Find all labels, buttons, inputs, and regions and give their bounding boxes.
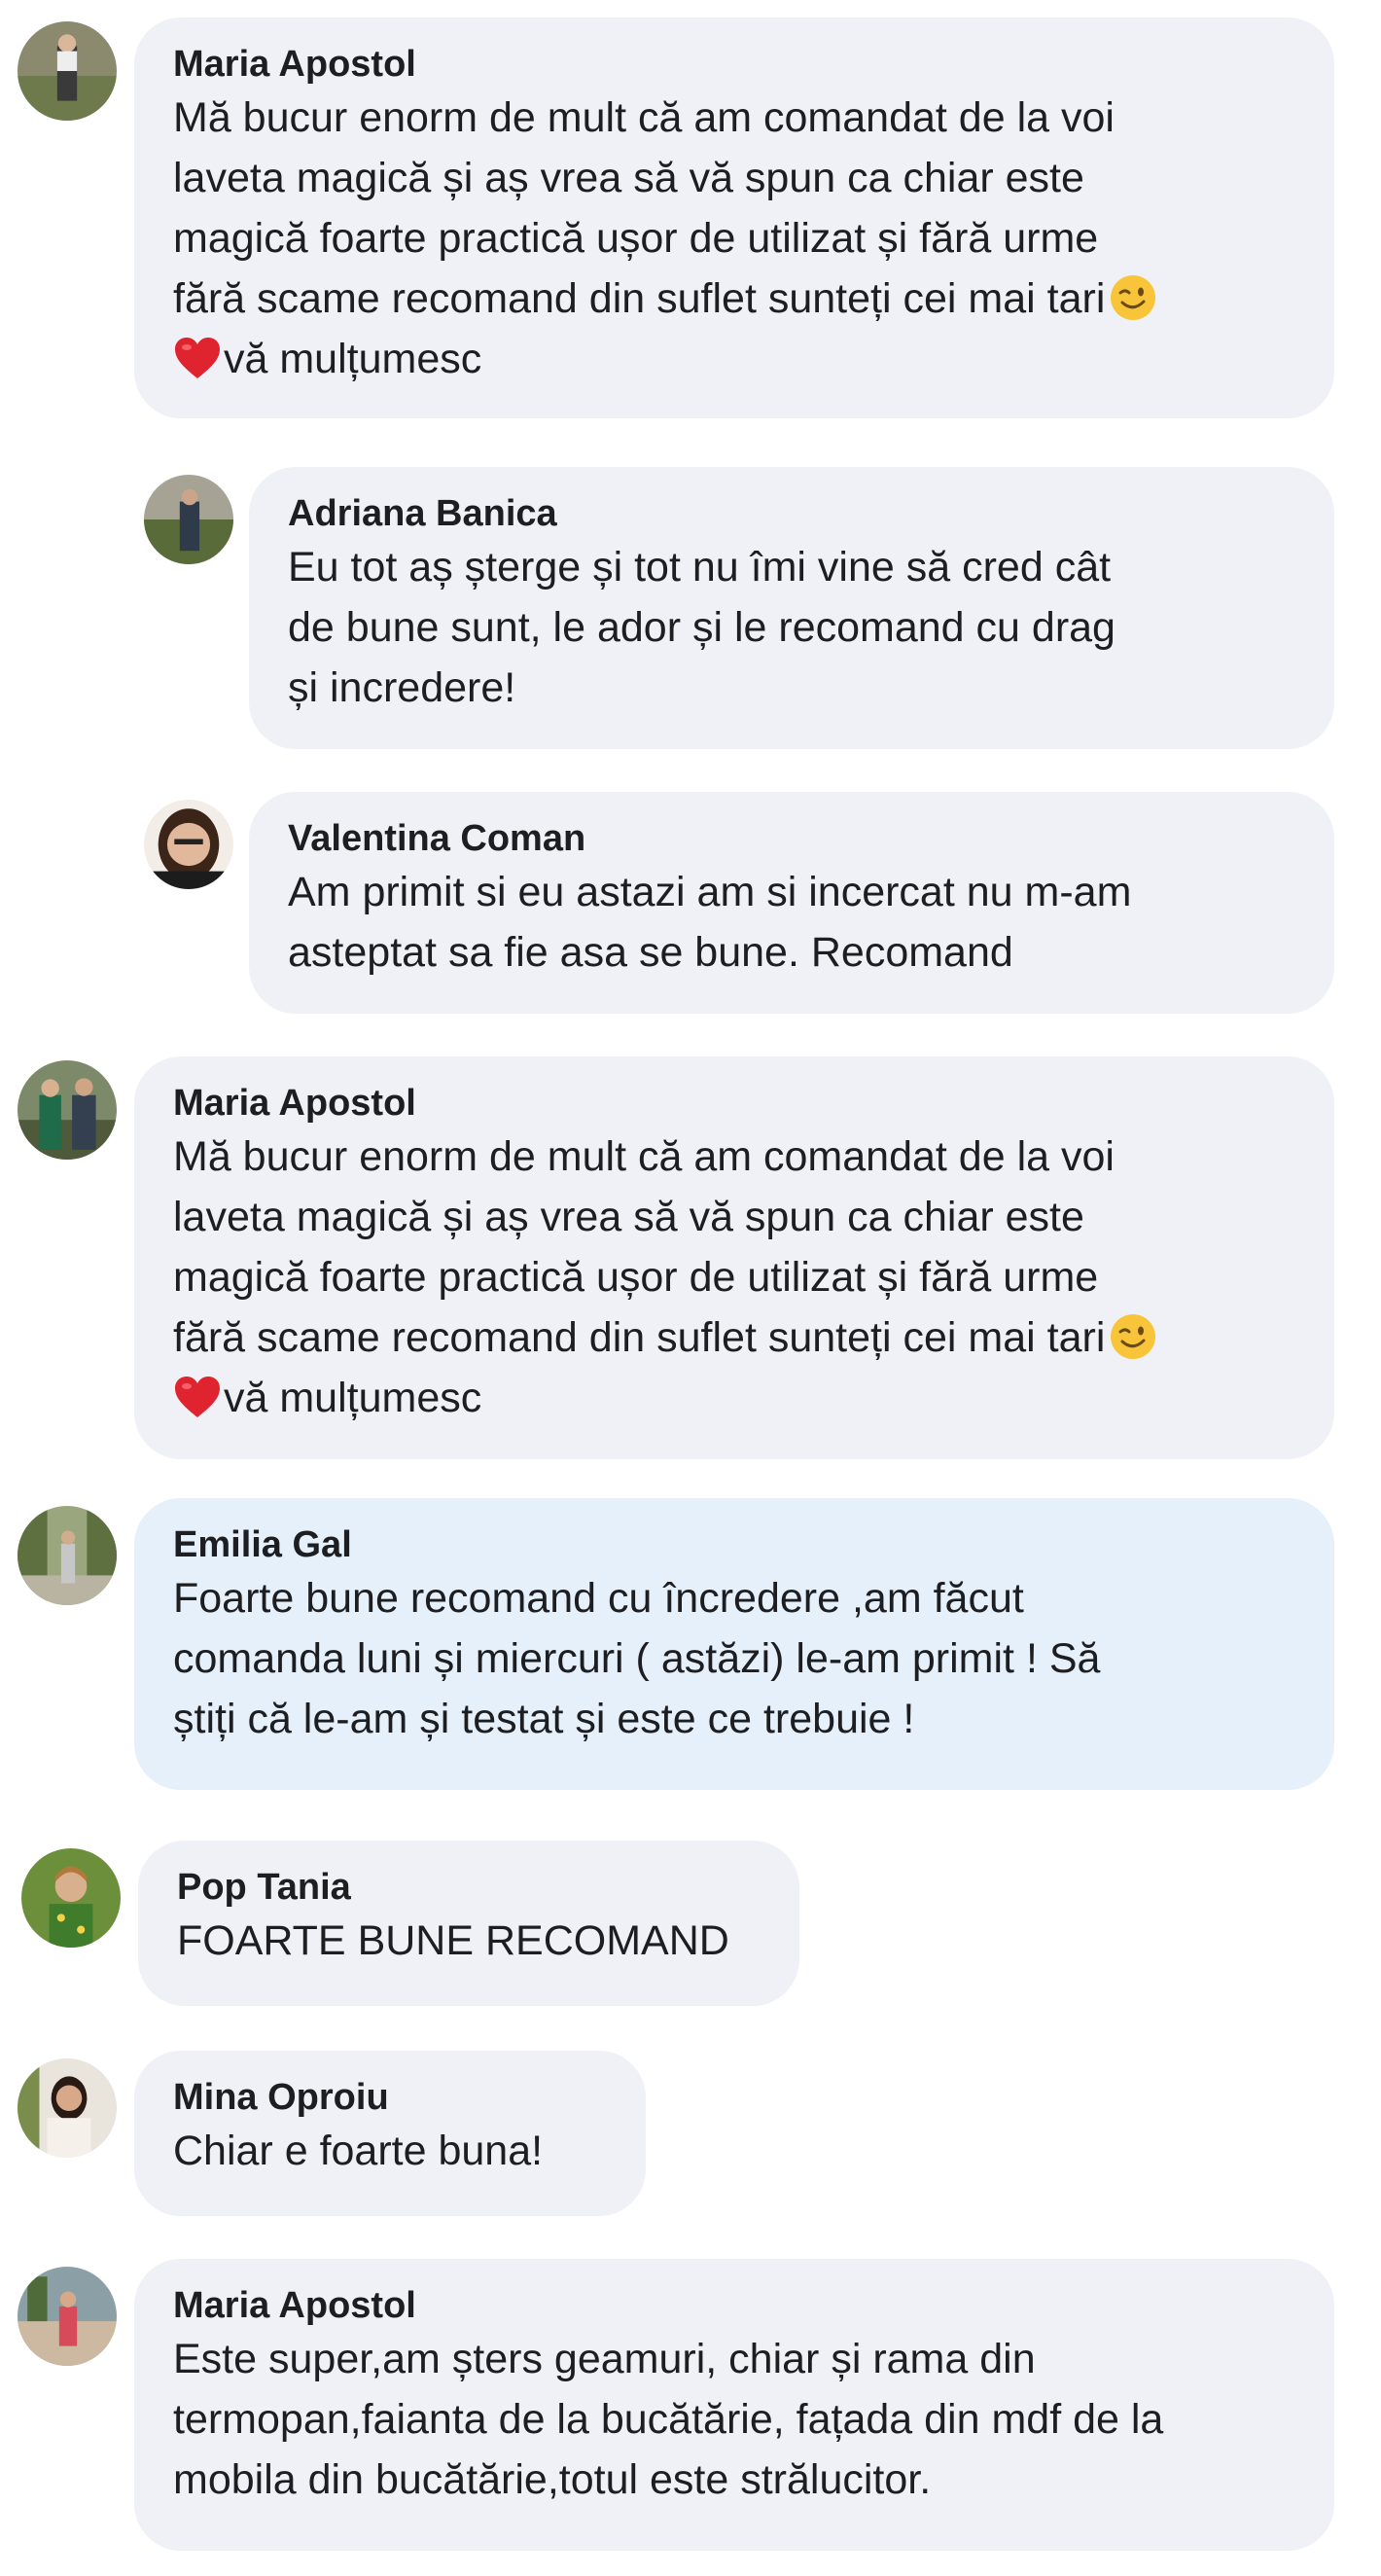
comment-line-with-emoji: fără scame recomand din suflet sunteți c…: [173, 268, 1299, 329]
winking-face-icon: [1109, 273, 1157, 322]
comment-author[interactable]: Maria Apostol: [173, 43, 1299, 86]
avatar[interactable]: [18, 21, 117, 121]
comment-text: Mă bucur enorm de mult că am comandat de…: [173, 1127, 1299, 1428]
comment-line: laveta magică și aș vrea să vă spun ca c…: [173, 1194, 1084, 1240]
comment-line-with-emoji: vă mulțumesc: [173, 1368, 1299, 1428]
comment-line-with-emoji: vă mulțumesc: [173, 329, 1299, 389]
comment-line: Chiar e foarte buna!: [173, 2128, 544, 2174]
avatar[interactable]: [18, 1060, 117, 1160]
comment-bubble: Valentina Coman Am primit si eu astazi a…: [249, 792, 1334, 1014]
comment-bubble: Maria Apostol Mă bucur enorm de mult că …: [134, 18, 1334, 418]
comment-text: FOARTE BUNE RECOMAND: [177, 1911, 764, 1971]
comment-text: Mă bucur enorm de mult că am comandat de…: [173, 88, 1299, 389]
red-heart-icon: [173, 1375, 222, 1419]
comment-line: Mă bucur enorm de mult că am comandat de…: [173, 1133, 1115, 1180]
avatar[interactable]: [18, 1506, 117, 1605]
comment-line: magică foarte practică ușor de utilizat …: [173, 1254, 1099, 1301]
comment-text: Foarte bune recomand cu încredere ,am fă…: [173, 1568, 1299, 1749]
comment-line: Mă bucur enorm de mult că am comandat de…: [173, 94, 1115, 141]
comment-author[interactable]: Maria Apostol: [173, 2284, 1299, 2327]
comment-line: comanda luni și miercuri ( astăzi) le-am…: [173, 1635, 1101, 1682]
comment-author[interactable]: Pop Tania: [177, 1866, 764, 1909]
comment-text: Chiar e foarte buna!: [173, 2121, 611, 2181]
comment-line: Este super,am șters geamuri, chiar și ra…: [173, 2336, 1036, 2382]
comment-line: vă mulțumesc: [224, 1375, 482, 1421]
comment-text: Este super,am șters geamuri, chiar și ra…: [173, 2329, 1299, 2510]
comment-line: vă mulțumesc: [224, 336, 482, 382]
comment-line: Foarte bune recomand cu încredere ,am fă…: [173, 1575, 1024, 1622]
comment-line: fără scame recomand din suflet sunteți c…: [173, 1314, 1106, 1361]
comment-author[interactable]: Maria Apostol: [173, 1082, 1299, 1125]
comment-author[interactable]: Emilia Gal: [173, 1523, 1299, 1566]
comment-line: Eu tot aș șterge și tot nu îmi vine să c…: [288, 544, 1112, 590]
comment-line-with-emoji: fără scame recomand din suflet sunteți c…: [173, 1307, 1299, 1368]
avatar[interactable]: [18, 2267, 117, 2366]
comment-author[interactable]: Adriana Banica: [288, 492, 1299, 535]
comment-bubble: Maria Apostol Mă bucur enorm de mult că …: [134, 1056, 1334, 1459]
comment-line: mobila din bucătărie,totul este străluci…: [173, 2456, 932, 2503]
red-heart-icon: [173, 336, 222, 380]
comment-text: Eu tot aș șterge și tot nu îmi vine să c…: [288, 537, 1299, 718]
avatar[interactable]: [18, 2058, 117, 2158]
comment-line: Am primit si eu astazi am si incercat nu…: [288, 869, 1132, 915]
comment-line: și incredere!: [288, 664, 516, 711]
comment-line: termopan,faianta de la bucătărie, fațada…: [173, 2396, 1164, 2443]
comment-author[interactable]: Mina Oproiu: [173, 2076, 611, 2119]
comment-bubble: Maria Apostol Este super,am șters geamur…: [134, 2259, 1334, 2551]
comment-bubble: Adriana Banica Eu tot aș șterge și tot n…: [249, 467, 1334, 749]
comment-bubble: Emilia Gal Foarte bune recomand cu încre…: [134, 1498, 1334, 1790]
comment-text: Am primit si eu astazi am si incercat nu…: [288, 862, 1299, 983]
avatar[interactable]: [144, 475, 233, 564]
comment-line: magică foarte practică ușor de utilizat …: [173, 215, 1099, 262]
comment-line: de bune sunt, le ador și le recomand cu …: [288, 604, 1115, 651]
avatar[interactable]: [21, 1848, 121, 1948]
comment-line: fără scame recomand din suflet sunteți c…: [173, 275, 1106, 322]
comment-bubble: Pop Tania FOARTE BUNE RECOMAND: [138, 1841, 799, 2006]
comment-line: FOARTE BUNE RECOMAND: [177, 1917, 729, 1964]
comment-line: știți că le-am și testat și este ce treb…: [173, 1696, 915, 1742]
comment-line: asteptat sa fie asa se bune. Recomand: [288, 929, 1013, 976]
comment-line: laveta magică și aș vrea să vă spun ca c…: [173, 155, 1084, 201]
comment-bubble: Mina Oproiu Chiar e foarte buna!: [134, 2051, 646, 2216]
avatar[interactable]: [144, 800, 233, 889]
comment-author[interactable]: Valentina Coman: [288, 817, 1299, 860]
winking-face-icon: [1109, 1312, 1157, 1361]
